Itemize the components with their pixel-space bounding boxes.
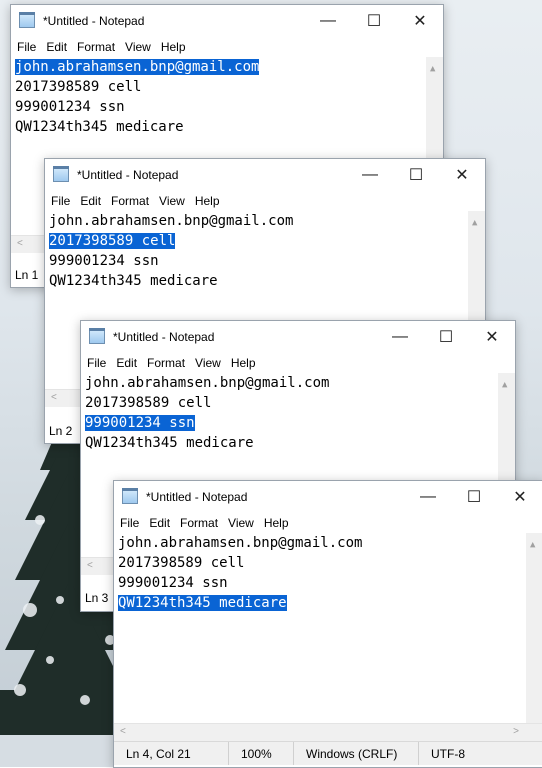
window-title: *Untitled - Notepad: [43, 14, 145, 28]
menu-bar: File Edit Format View Help: [11, 37, 443, 57]
editor-line: john.abrahamsen.bnp@gmail.com: [85, 375, 330, 391]
maximize-button[interactable]: ☐: [393, 159, 439, 191]
notepad-app-icon: [122, 488, 138, 504]
menu-view[interactable]: View: [195, 356, 221, 370]
menu-bar: File Edit Format View Help: [45, 191, 485, 211]
scroll-left-icon[interactable]: <: [51, 392, 57, 403]
editor-line: 2017398589 cell: [85, 395, 212, 411]
maximize-button[interactable]: ☐: [423, 321, 469, 353]
title-bar[interactable]: *Untitled - Notepad — ☐ ✕: [11, 5, 443, 37]
scroll-up-icon[interactable]: ▲: [472, 213, 477, 233]
menu-edit[interactable]: Edit: [46, 40, 67, 54]
editor-line: 999001234 ssn: [85, 415, 195, 431]
close-button[interactable]: ✕: [397, 5, 443, 37]
scroll-right-icon[interactable]: >: [513, 726, 519, 737]
scroll-up-icon[interactable]: ▲: [530, 535, 535, 555]
status-bar: Ln 4, Col 21 100% Windows (CRLF) UTF-8: [114, 741, 542, 765]
maximize-button[interactable]: ☐: [451, 481, 497, 513]
menu-edit[interactable]: Edit: [149, 516, 170, 530]
scroll-left-icon[interactable]: <: [17, 238, 23, 249]
editor-line: 2017398589 cell: [49, 233, 176, 249]
scroll-left-icon[interactable]: <: [87, 560, 93, 571]
text-editor[interactable]: john.abrahamsen.bnp@gmail.com 2017398589…: [114, 533, 542, 723]
title-bar[interactable]: *Untitled - Notepad — ☐ ✕: [81, 321, 515, 353]
menu-help[interactable]: Help: [195, 194, 220, 208]
status-zoom: 100%: [228, 742, 293, 765]
status-line-col: Ln 2: [49, 424, 73, 438]
menu-help[interactable]: Help: [231, 356, 256, 370]
close-button[interactable]: ✕: [439, 159, 485, 191]
menu-edit[interactable]: Edit: [80, 194, 101, 208]
window-title: *Untitled - Notepad: [113, 330, 215, 344]
status-line-col: Ln 3: [85, 591, 109, 605]
scroll-up-icon[interactable]: ▲: [430, 59, 435, 79]
close-button[interactable]: ✕: [469, 321, 515, 353]
status-line-ending: Windows (CRLF): [293, 742, 418, 765]
menu-file[interactable]: File: [87, 356, 106, 370]
editor-line: QW1234th345 medicare: [15, 119, 184, 135]
editor-line: QW1234th345 medicare: [118, 595, 287, 611]
menu-format[interactable]: Format: [111, 194, 149, 208]
status-line-col: Ln 4, Col 21: [126, 746, 191, 761]
minimize-button[interactable]: —: [305, 5, 351, 37]
title-bar[interactable]: *Untitled - Notepad — ☐ ✕: [114, 481, 542, 513]
menu-view[interactable]: View: [228, 516, 254, 530]
menu-format[interactable]: Format: [77, 40, 115, 54]
window-title: *Untitled - Notepad: [77, 168, 179, 182]
vertical-scrollbar[interactable]: ▲: [526, 533, 542, 723]
menu-edit[interactable]: Edit: [116, 356, 137, 370]
maximize-button[interactable]: ☐: [351, 5, 397, 37]
notepad-app-icon: [53, 166, 69, 182]
close-button[interactable]: ✕: [497, 481, 542, 513]
menu-format[interactable]: Format: [147, 356, 185, 370]
menu-file[interactable]: File: [51, 194, 70, 208]
editor-line: 2017398589 cell: [15, 79, 142, 95]
menu-help[interactable]: Help: [161, 40, 186, 54]
status-line-col: Ln 1: [15, 268, 39, 282]
editor-line: john.abrahamsen.bnp@gmail.com: [49, 213, 294, 229]
editor-line: 999001234 ssn: [49, 253, 159, 269]
editor-line: QW1234th345 medicare: [85, 435, 254, 451]
menu-view[interactable]: View: [159, 194, 185, 208]
editor-line: QW1234th345 medicare: [49, 273, 218, 289]
editor-line: john.abrahamsen.bnp@gmail.com: [15, 59, 260, 75]
notepad-window-4[interactable]: *Untitled - Notepad — ☐ ✕ File Edit Form…: [113, 480, 542, 768]
menu-bar: File Edit Format View Help: [114, 513, 542, 533]
editor-line: 999001234 ssn: [15, 99, 125, 115]
menu-file[interactable]: File: [120, 516, 139, 530]
editor-line: john.abrahamsen.bnp@gmail.com: [118, 535, 363, 551]
menu-file[interactable]: File: [17, 40, 36, 54]
menu-help[interactable]: Help: [264, 516, 289, 530]
horizontal-scrollbar[interactable]: < >: [114, 723, 542, 741]
window-title: *Untitled - Notepad: [146, 490, 248, 504]
notepad-app-icon: [89, 328, 105, 344]
minimize-button[interactable]: —: [405, 481, 451, 513]
menu-format[interactable]: Format: [180, 516, 218, 530]
scroll-up-icon[interactable]: ▲: [502, 375, 507, 395]
title-bar[interactable]: *Untitled - Notepad — ☐ ✕: [45, 159, 485, 191]
notepad-app-icon: [19, 12, 35, 28]
editor-line: 2017398589 cell: [118, 555, 245, 571]
menu-bar: File Edit Format View Help: [81, 353, 515, 373]
minimize-button[interactable]: —: [347, 159, 393, 191]
editor-line: 999001234 ssn: [118, 575, 228, 591]
scroll-left-icon[interactable]: <: [120, 726, 126, 737]
minimize-button[interactable]: —: [377, 321, 423, 353]
menu-view[interactable]: View: [125, 40, 151, 54]
status-encoding: UTF-8: [418, 742, 477, 765]
